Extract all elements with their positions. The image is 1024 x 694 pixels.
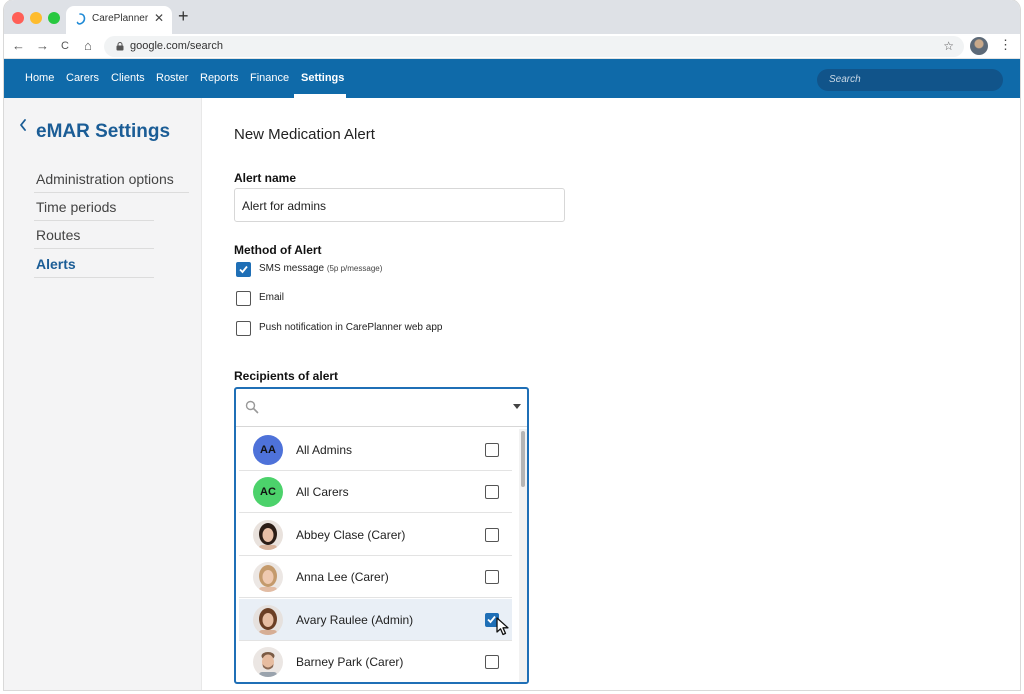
recipients-search-input[interactable]: [236, 389, 527, 427]
nav-item-clients[interactable]: Clients: [111, 72, 145, 84]
person-photo-icon: [253, 520, 283, 550]
alert-name-label: Alert name: [234, 171, 297, 185]
sms-checkbox[interactable]: [236, 262, 251, 277]
close-window-button[interactable]: [12, 12, 24, 24]
recipient-name: Anna Lee (Carer): [296, 570, 389, 584]
sms-label: SMS message (5p p/message): [259, 263, 383, 274]
nav-item-carers[interactable]: Carers: [66, 72, 99, 84]
browser-tab-bar: CarePlanner ✕ +: [4, 0, 1020, 34]
check-icon: [239, 265, 248, 274]
active-nav-indicator: [294, 94, 346, 98]
recipient-row-barney-park[interactable]: Barney Park (Carer): [239, 641, 512, 682]
maximize-window-button[interactable]: [48, 12, 60, 24]
recipient-checkbox[interactable]: [485, 443, 499, 457]
close-tab-icon[interactable]: ✕: [154, 11, 164, 25]
recipient-name: All Admins: [296, 443, 353, 457]
avatar: [253, 520, 283, 550]
careplanner-logo-icon: [76, 13, 86, 25]
back-arrow-icon[interactable]: ←: [12, 39, 25, 53]
search-input[interactable]: Search: [817, 69, 1003, 91]
recipients-dropdown[interactable]: AA All Admins AC All Carers Abbey Clase …: [234, 387, 529, 684]
search-icon: [245, 400, 259, 414]
nav-item-finance[interactable]: Finance: [250, 72, 289, 84]
nav-item-settings[interactable]: Settings: [301, 72, 344, 84]
person-photo-icon: [253, 605, 283, 635]
recipient-row-abbey-clase[interactable]: Abbey Clase (Carer): [239, 514, 512, 556]
recipient-checkbox[interactable]: [485, 528, 499, 542]
tab-title: CarePlanner: [92, 13, 149, 24]
browser-window: CarePlanner ✕ + ← → C ⌂ google.com/searc…: [4, 0, 1020, 690]
recipient-row-anna-lee[interactable]: Anna Lee (Carer): [239, 556, 512, 598]
chevron-left-icon[interactable]: [18, 118, 28, 132]
bookmark-star-icon[interactable]: ☆: [943, 39, 954, 53]
recipient-row-avary-raulee[interactable]: Avary Raulee (Admin): [239, 599, 512, 641]
avatar: [253, 605, 283, 635]
scrollbar-thumb[interactable]: [521, 431, 525, 487]
home-icon[interactable]: ⌂: [84, 39, 92, 53]
sidebar-item-alerts[interactable]: Alerts: [34, 250, 154, 278]
sidebar-title: eMAR Settings: [36, 121, 171, 142]
avatar: AC: [253, 477, 283, 507]
alert-name-input[interactable]: Alert for admins: [234, 188, 565, 222]
recipients-list: AA All Admins AC All Carers Abbey Clase …: [239, 429, 514, 682]
caret-down-icon[interactable]: [513, 404, 521, 409]
email-checkbox[interactable]: [236, 291, 251, 306]
push-notification-checkbox[interactable]: [236, 321, 251, 336]
browser-tab[interactable]: CarePlanner ✕: [66, 6, 172, 34]
recipient-name: Barney Park (Carer): [296, 655, 404, 669]
email-label: Email: [259, 292, 285, 303]
settings-sidebar: eMAR Settings Administration options Tim…: [4, 98, 202, 690]
profile-avatar[interactable]: [970, 37, 988, 55]
address-bar[interactable]: google.com/search ☆: [104, 36, 964, 57]
url-text: google.com/search: [130, 40, 223, 52]
person-photo-icon: [253, 562, 283, 592]
recipient-name: All Carers: [296, 485, 349, 499]
nav-item-reports[interactable]: Reports: [200, 72, 239, 84]
recipients-scrollbar[interactable]: [519, 429, 527, 682]
reload-icon[interactable]: C: [61, 39, 69, 53]
search-placeholder: Search: [829, 74, 861, 85]
nav-item-roster[interactable]: Roster: [156, 72, 188, 84]
recipient-checkbox[interactable]: [485, 570, 499, 584]
recipients-label: Recipients of alert: [234, 369, 339, 383]
app-navigation-bar: Home Carers Clients Roster Reports Finan…: [4, 59, 1020, 98]
recipient-name: Abbey Clase (Carer): [296, 528, 406, 542]
new-tab-button[interactable]: +: [178, 6, 189, 26]
nav-item-home[interactable]: Home: [25, 72, 54, 84]
minimize-window-button[interactable]: [30, 12, 42, 24]
person-photo-icon: [253, 647, 283, 677]
browser-menu-icon[interactable]: ⋮: [999, 38, 1012, 52]
lock-icon: [116, 42, 124, 51]
browser-toolbar: ← → C ⌂ google.com/search ☆ ⋮: [4, 34, 1020, 59]
recipient-checkbox[interactable]: [485, 485, 499, 499]
avatar: [253, 562, 283, 592]
recipient-row-all-admins[interactable]: AA All Admins: [239, 429, 512, 471]
sidebar-item-administration-options[interactable]: Administration options: [34, 165, 189, 193]
sidebar-item-time-periods[interactable]: Time periods: [34, 193, 154, 221]
mouse-cursor-icon: [496, 617, 509, 636]
avatar: [253, 647, 283, 677]
recipient-row-all-carers[interactable]: AC All Carers: [239, 471, 512, 513]
sidebar-item-routes[interactable]: Routes: [34, 221, 154, 249]
push-notification-label: Push notification in CarePlanner web app: [259, 322, 443, 333]
alert-name-value: Alert for admins: [242, 199, 327, 213]
forward-arrow-icon[interactable]: →: [36, 39, 49, 53]
avatar: AA: [253, 435, 283, 465]
page-title: New Medication Alert: [234, 126, 375, 143]
recipient-checkbox[interactable]: [485, 655, 499, 669]
method-of-alert-label: Method of Alert: [234, 243, 322, 257]
recipient-name: Avary Raulee (Admin): [296, 613, 414, 627]
